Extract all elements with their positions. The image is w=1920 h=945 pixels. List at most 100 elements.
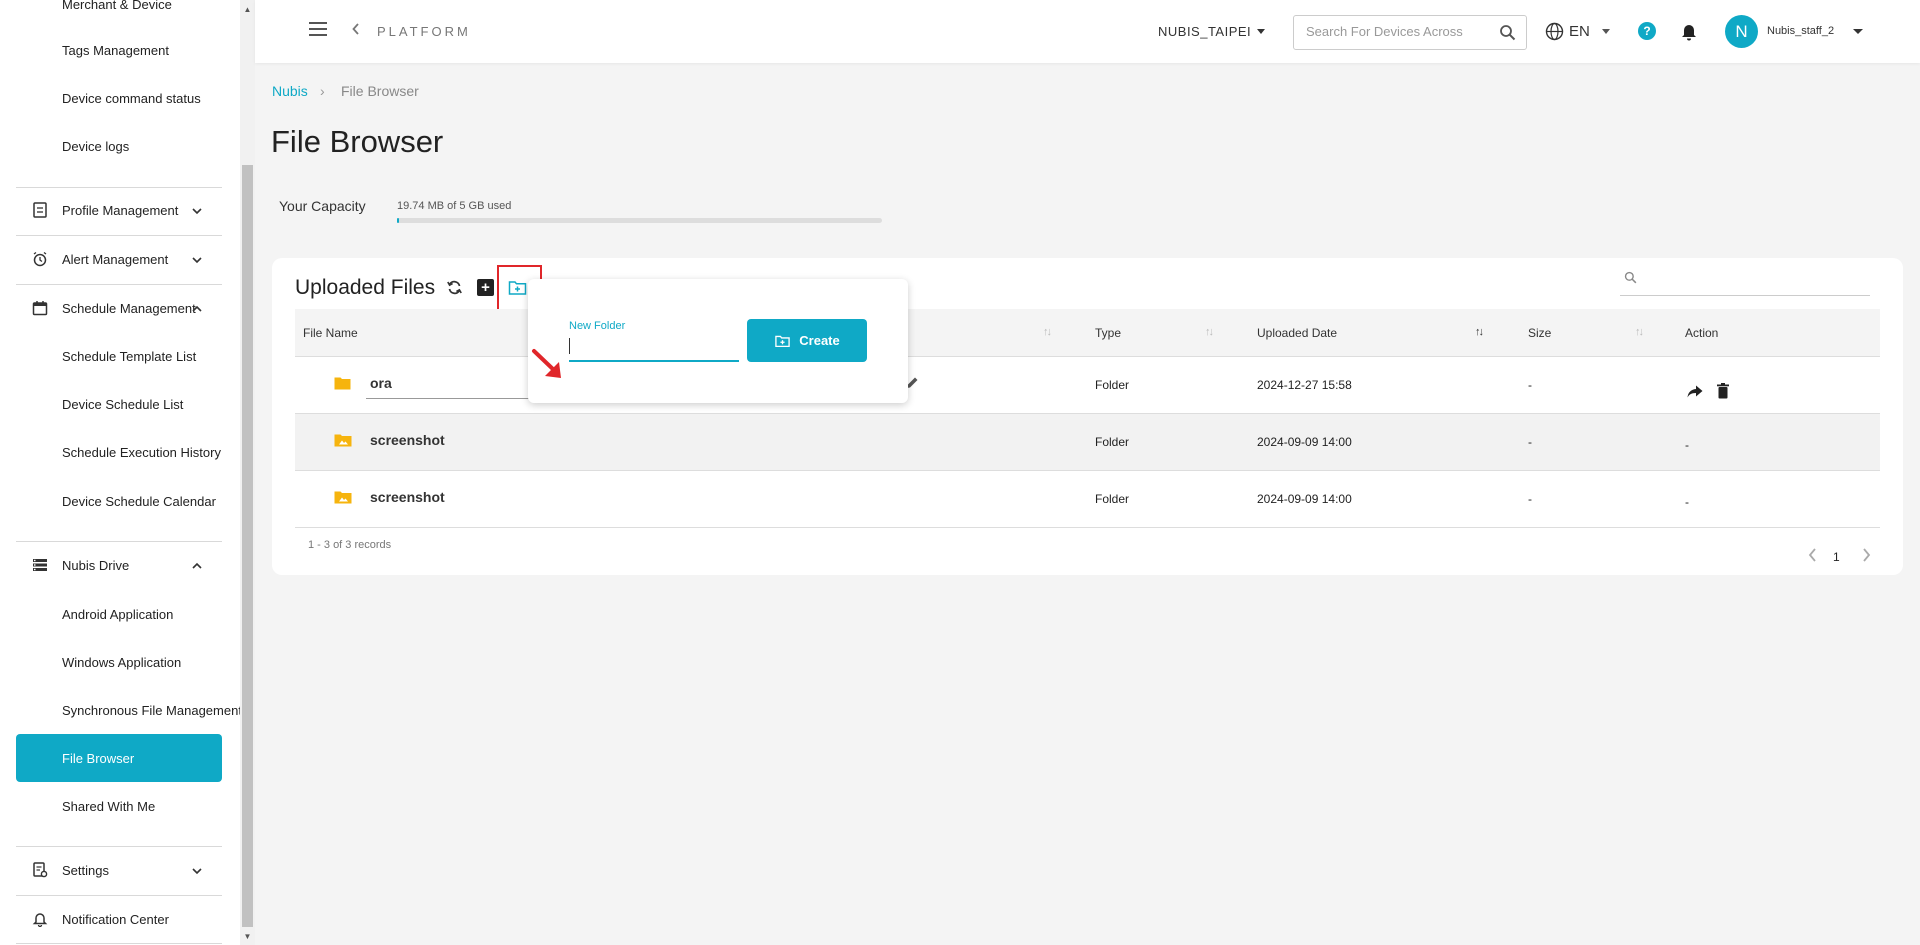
add-file-button[interactable]: +: [477, 279, 494, 296]
sidebar-item-label: Schedule Template List: [62, 348, 197, 364]
caret-down-icon[interactable]: [1257, 29, 1265, 34]
top-header: PLATFORM NUBIS_TAIPEI EN ? N Nubis_staff…: [255, 0, 1920, 63]
sidebar-item-label: Device command status: [62, 90, 201, 106]
sidebar-item-android-application[interactable]: Android Application: [16, 590, 222, 638]
chevron-down-icon: [192, 252, 202, 267]
breadcrumb-root[interactable]: Nubis: [272, 83, 308, 99]
file-name[interactable]: screenshot: [370, 489, 445, 505]
rename-underline: [366, 398, 531, 399]
sidebar-item-tags-management[interactable]: Tags Management: [16, 26, 222, 74]
sidebar-item-schedule-template-list[interactable]: Schedule Template List: [16, 332, 222, 380]
sidebar-item-label: Notification Center: [62, 911, 169, 927]
sidebar-item-shared-with-me[interactable]: Shared With Me: [16, 782, 222, 830]
table-search[interactable]: [1620, 263, 1870, 296]
sidebar-item-settings[interactable]: Settings: [16, 846, 222, 894]
create-button-label: Create: [799, 333, 840, 348]
file-date: 2024-09-09 14:00: [1257, 492, 1352, 506]
file-type: Folder: [1095, 492, 1130, 506]
column-header-action: Action: [1685, 326, 1719, 340]
profile-icon: [30, 200, 50, 220]
column-header-type[interactable]: Type: [1095, 326, 1121, 340]
alarm-icon: [30, 249, 50, 269]
sidebar-item-schedule-execution-history[interactable]: Schedule Execution History: [16, 428, 222, 476]
sidebar-item-label: Schedule Execution History: [62, 444, 221, 460]
sidebar-item-alert-management[interactable]: Alert Management: [16, 235, 222, 283]
column-header-size[interactable]: Size: [1528, 326, 1551, 340]
trash-icon[interactable]: [1717, 383, 1729, 404]
username[interactable]: Nubis_staff_2: [1767, 25, 1834, 37]
share-icon[interactable]: [1687, 385, 1703, 403]
scroll-up-arrow-icon[interactable]: ▲: [243, 5, 252, 14]
sidebar-item-file-browser[interactable]: File Browser: [16, 734, 222, 782]
caret-down-icon[interactable]: [1853, 29, 1863, 34]
records-count: 1 - 3 of 3 records: [308, 539, 392, 551]
sidebar-item-label: Nubis Drive: [62, 557, 130, 573]
globe-icon[interactable]: [1545, 22, 1564, 46]
sidebar-item-merchant-device[interactable]: Merchant & Device: [16, 0, 222, 28]
new-folder-icon: [775, 335, 791, 347]
avatar[interactable]: N: [1725, 15, 1758, 48]
sidebar-item-label: Windows Application: [62, 654, 182, 670]
search-icon[interactable]: [1499, 24, 1516, 46]
file-name[interactable]: ora: [370, 375, 392, 391]
sidebar-item-schedule-management[interactable]: Schedule Management: [16, 284, 222, 332]
divider: [16, 943, 222, 944]
sidebar-item-windows-application[interactable]: Windows Application: [16, 638, 222, 686]
file-size: -: [1528, 492, 1532, 506]
create-folder-button[interactable]: Create: [747, 319, 867, 362]
sidebar-item-label: Settings: [62, 862, 109, 878]
chevron-right-icon[interactable]: [1862, 546, 1871, 567]
capacity-usage-text: 19.74 MB of 5 GB used: [397, 200, 512, 212]
image-folder-icon: [334, 433, 352, 452]
sidebar-item-label: Device Schedule List: [62, 396, 184, 412]
column-header-file-name[interactable]: File Name: [303, 326, 358, 340]
table-row[interactable]: screenshot Folder 2024-09-09 14:00 - -: [295, 471, 1880, 528]
sidebar-item-label: Tags Management: [62, 42, 169, 58]
sidebar-item-profile-management[interactable]: Profile Management: [16, 186, 222, 234]
uploaded-files-title: Uploaded Files: [295, 276, 436, 299]
sort-icon[interactable]: ↑↓: [1635, 326, 1644, 338]
search-icon[interactable]: [1624, 271, 1637, 289]
help-icon[interactable]: ?: [1638, 22, 1656, 40]
column-header-uploaded-date[interactable]: Uploaded Date: [1257, 326, 1337, 340]
new-folder-input[interactable]: [569, 334, 739, 362]
caret-down-icon[interactable]: [1602, 29, 1610, 34]
device-search-input[interactable]: [1306, 24, 1486, 39]
platform-label[interactable]: PLATFORM: [377, 24, 471, 39]
sidebar-item-label: Android Application: [62, 606, 174, 622]
chevron-left-icon[interactable]: [1808, 546, 1817, 567]
notification-bell-icon[interactable]: [1681, 22, 1697, 46]
scroll-down-arrow-icon[interactable]: ▼: [243, 932, 252, 941]
sidebar-item-device-schedule-list[interactable]: Device Schedule List: [16, 380, 222, 428]
file-size: -: [1528, 435, 1532, 449]
sidebar-item-label: Synchronous File Management: [62, 702, 240, 718]
sidebar-item-device-schedule-calendar[interactable]: Device Schedule Calendar: [16, 477, 222, 525]
device-search: [1293, 15, 1527, 50]
page-title: File Browser: [271, 124, 444, 159]
breadcrumb-current: File Browser: [341, 83, 419, 99]
sidebar-item-device-logs[interactable]: Device logs: [16, 122, 222, 170]
sidebar-item-device-command-status[interactable]: Device command status: [16, 74, 222, 122]
sidebar-item-label: Alert Management: [62, 251, 169, 267]
org-selector[interactable]: NUBIS_TAIPEI: [1158, 24, 1251, 39]
file-date: 2024-09-09 14:00: [1257, 435, 1352, 449]
file-name[interactable]: screenshot: [370, 432, 445, 448]
menu-icon[interactable]: [309, 22, 327, 36]
chevron-up-icon: [192, 558, 202, 573]
refresh-icon[interactable]: [446, 279, 463, 301]
table-row[interactable]: screenshot Folder 2024-09-09 14:00 - -: [295, 414, 1880, 471]
sidebar-item-notification-center[interactable]: Notification Center: [16, 895, 222, 943]
sidebar-item-label: File Browser: [62, 750, 135, 766]
file-date: 2024-12-27 15:58: [1257, 378, 1352, 392]
sidebar-item-nubis-drive[interactable]: Nubis Drive: [16, 541, 222, 589]
sidebar-scrollbar-thumb[interactable]: [242, 165, 253, 927]
sort-icon[interactable]: ↑↓: [1043, 326, 1052, 338]
chevron-left-icon[interactable]: [352, 22, 360, 38]
capacity-progress-fill: [397, 218, 399, 223]
sidebar-item-synchronous-file-management[interactable]: Synchronous File Management: [16, 686, 240, 734]
sort-icon[interactable]: ↑↓: [1205, 326, 1214, 338]
sort-desc-icon[interactable]: ↑↓: [1475, 326, 1484, 338]
calendar-icon: [30, 298, 50, 318]
language-selector[interactable]: EN: [1569, 23, 1590, 40]
page-number[interactable]: 1: [1833, 550, 1840, 564]
